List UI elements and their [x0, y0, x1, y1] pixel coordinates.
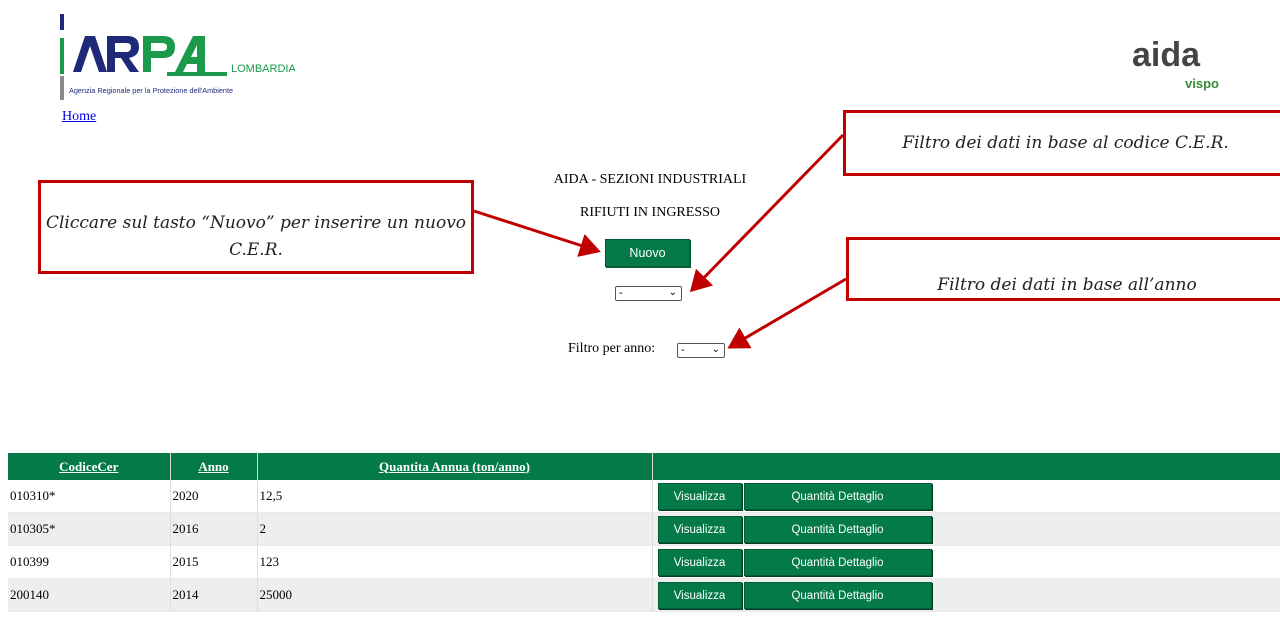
- quantita-dettaglio-button[interactable]: Quantità Dettaglio: [743, 482, 932, 510]
- home-link[interactable]: Home: [62, 109, 96, 125]
- cell-quantita: 25000: [257, 578, 653, 612]
- cell-quantita: 12,5: [257, 480, 653, 513]
- visualizza-button[interactable]: Visualizza: [657, 482, 742, 510]
- table-row: 010310* 2020 12,5 Visualizza Quantità Det…: [8, 480, 1280, 513]
- cell-anno: 2020: [170, 480, 258, 513]
- column-header-codicecer: CodiceCer: [8, 453, 171, 480]
- page-subtitle: RIFIUTI IN INGRESSO: [580, 205, 720, 220]
- cer-filter-value: -: [619, 287, 623, 299]
- table-header-row: CodiceCer Anno Quantita Annua (ton/anno): [8, 453, 1280, 480]
- visualizza-button[interactable]: Visualizza: [657, 581, 742, 609]
- visualizza-button[interactable]: Visualizza: [657, 548, 742, 576]
- cell-anno: 2014: [170, 578, 258, 612]
- cell-quantita: 2: [257, 512, 653, 546]
- svg-text:LOMBARDIA: LOMBARDIA: [231, 63, 295, 75]
- svg-text:aida: aida: [1132, 36, 1201, 74]
- table-row: 010399 2015 123 Visualizza Quantità Detta…: [8, 545, 1280, 579]
- cell-codicecer: 010399: [8, 545, 171, 579]
- cell-codicecer: 010305*: [8, 512, 171, 546]
- callout-year-filter: Filtro dei dati in base all’anno: [846, 237, 1280, 301]
- quantita-dettaglio-button[interactable]: Quantità Dettaglio: [743, 581, 932, 609]
- rifiuti-table: CodiceCer Anno Quantita Annua (ton/anno)…: [8, 453, 1280, 612]
- column-header-anno: Anno: [170, 453, 258, 480]
- cell-anno: 2016: [170, 512, 258, 546]
- aida-vispo-logo: aida vispo: [1132, 36, 1219, 91]
- table-row: 010305* 2016 2 Visualizza Quantità Dettag…: [8, 512, 1280, 546]
- cell-codicecer: 010310*: [8, 480, 171, 513]
- column-header-actions: [652, 453, 1280, 480]
- cell-actions: Visualizza Quantità Dettaglio: [652, 578, 1280, 612]
- column-header-quantita: Quantita Annua (ton/anno): [257, 453, 653, 480]
- arrow-to-year-filter: [727, 277, 847, 349]
- year-filter-value: -: [681, 344, 685, 356]
- arpa-lombardia-logo: LOMBARDIA Agenzia Regionale per la Prote…: [60, 14, 295, 100]
- chevron-down-icon: ⌄: [711, 344, 720, 355]
- cer-filter-select[interactable]: - ⌄: [615, 286, 682, 301]
- chevron-down-icon: ⌄: [668, 287, 677, 298]
- table-row: 200140 2014 25000 Visualizza Quantità Det…: [8, 578, 1280, 612]
- cell-codicecer: 200140: [8, 578, 171, 612]
- svg-text:vispo: vispo: [1185, 76, 1219, 91]
- sort-codicecer-link[interactable]: CodiceCer: [59, 459, 118, 474]
- quantita-dettaglio-button[interactable]: Quantità Dettaglio: [743, 548, 932, 576]
- cell-actions: Visualizza Quantità Dettaglio: [652, 480, 1280, 513]
- cell-quantita: 123: [257, 545, 653, 579]
- sort-anno-link[interactable]: Anno: [198, 459, 228, 474]
- year-filter-label: Filtro per anno:: [568, 341, 656, 356]
- nuovo-button[interactable]: Nuovo: [605, 239, 690, 267]
- quantita-dettaglio-button[interactable]: Quantità Dettaglio: [743, 515, 932, 543]
- visualizza-button[interactable]: Visualizza: [657, 515, 742, 543]
- cell-anno: 2015: [170, 545, 258, 579]
- year-filter-select[interactable]: - ⌄: [677, 343, 725, 358]
- cell-actions: Visualizza Quantità Dettaglio: [652, 512, 1280, 546]
- callout-cer-filter: Filtro dei dati in base al codice C.E.R.: [843, 110, 1280, 176]
- callout-nuovo: Cliccare sul tasto “Nuovo” per inserire …: [38, 180, 474, 274]
- cell-actions: Visualizza Quantità Dettaglio: [652, 545, 1280, 579]
- page-title: AIDA - SEZIONI INDUSTRIALI: [553, 172, 747, 187]
- svg-text:Agenzia Regionale per la Prote: Agenzia Regionale per la Protezione dell…: [69, 86, 233, 95]
- sort-quantita-link[interactable]: Quantita Annua (ton/anno): [379, 459, 530, 474]
